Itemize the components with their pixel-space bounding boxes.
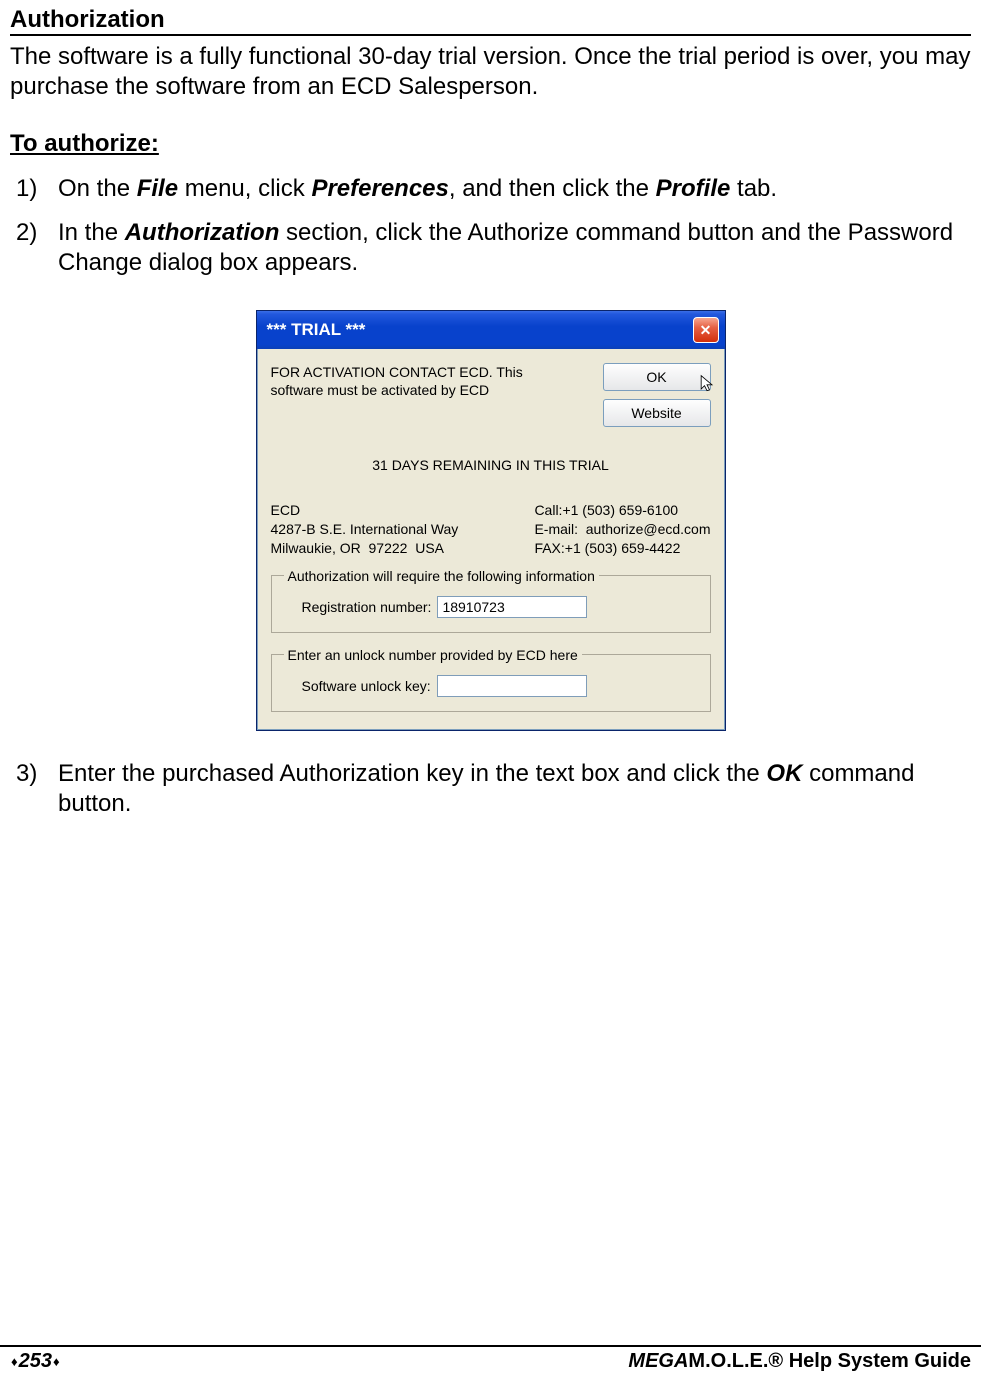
step1-end: tab. xyxy=(730,175,777,202)
intro-text: The software is a fully functional 30-da… xyxy=(10,42,971,102)
cursor-icon xyxy=(698,374,716,394)
unlock-label: Software unlock key: xyxy=(302,678,431,694)
ok-label: OK xyxy=(646,369,666,385)
days-remaining: 31 DAYS REMAINING IN THIS TRIAL xyxy=(271,457,711,473)
page-number: 253 xyxy=(19,1350,52,1373)
registration-group: Authorization will require the following… xyxy=(271,568,711,633)
diamond-icon: ♦ xyxy=(11,1354,18,1369)
step1-prefs: Preferences xyxy=(311,175,448,202)
website-label: Website xyxy=(631,405,681,421)
website-button[interactable]: Website xyxy=(603,399,711,427)
subheader: To authorize: xyxy=(10,130,971,158)
diamond-icon: ♦ xyxy=(53,1354,60,1369)
dialog-title: *** TRIAL *** xyxy=(267,320,366,340)
ok-button[interactable]: OK xyxy=(603,363,711,391)
step-3: Enter the purchased Authorization key in… xyxy=(58,759,971,819)
titlebar[interactable]: *** TRIAL *** ✕ xyxy=(257,311,725,349)
registration-label: Registration number: xyxy=(302,599,432,615)
registration-input[interactable] xyxy=(437,596,587,618)
step3-pre: Enter the purchased Authorization key in… xyxy=(58,760,766,787)
step1-mid1: menu, click xyxy=(178,175,311,202)
company-contacts: Call:+1 (503) 659-6100 E-mail: authorize… xyxy=(534,501,710,558)
unlock-input[interactable] xyxy=(437,675,587,697)
footer-guide: M.O.L.E.® Help System Guide xyxy=(688,1350,971,1372)
page-footer: ♦253♦ MEGAM.O.L.E.® Help System Guide xyxy=(0,1345,981,1383)
step1-text: On the xyxy=(58,175,137,202)
unlock-group: Enter an unlock number provided by ECD h… xyxy=(271,647,711,712)
step-1: On the File menu, click Preferences, and… xyxy=(58,174,971,204)
trial-dialog: *** TRIAL *** ✕ FOR ACTIVATION CONTACT E… xyxy=(256,310,726,731)
unlock-group-legend: Enter an unlock number provided by ECD h… xyxy=(284,647,582,663)
activation-message: FOR ACTIVATION CONTACT ECD. This softwar… xyxy=(271,363,561,399)
close-button[interactable]: ✕ xyxy=(693,317,719,343)
close-icon: ✕ xyxy=(700,322,712,339)
company-address: ECD 4287-B S.E. International Way Milwau… xyxy=(271,501,459,558)
step2-auth: Authorization xyxy=(125,219,280,246)
step-2: In the Authorization section, click the … xyxy=(58,218,971,278)
footer-mega: MEGA xyxy=(628,1350,688,1372)
step1-file: File xyxy=(137,175,178,202)
registration-group-legend: Authorization will require the following… xyxy=(284,568,599,584)
step3-ok: OK xyxy=(766,760,802,787)
step2-pre: In the xyxy=(58,219,125,246)
section-title: Authorization xyxy=(10,6,971,36)
step1-mid2: , and then click the xyxy=(449,175,656,202)
step1-profile: Profile xyxy=(656,175,731,202)
